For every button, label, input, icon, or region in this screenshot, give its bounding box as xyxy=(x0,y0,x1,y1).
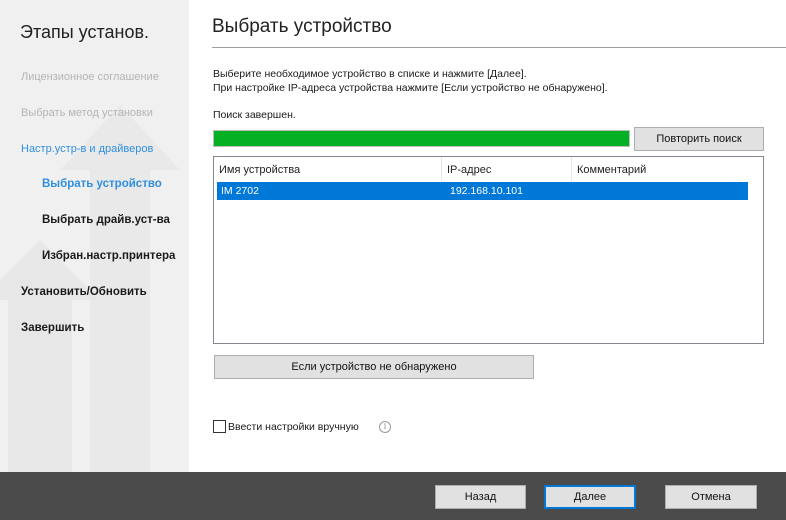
device-list-header: Имя устройства IP-адрес Комментарий xyxy=(214,157,763,181)
page-title: Выбрать устройство xyxy=(212,16,392,37)
step-printer-custom-settings: Избран.настр.принтера xyxy=(42,250,176,262)
search-progress-bar xyxy=(213,130,630,147)
device-list[interactable]: Имя устройства IP-адрес Комментарий IM 2… xyxy=(213,156,764,344)
search-progress-fill xyxy=(214,131,629,146)
step-finish: Завершить xyxy=(21,322,85,334)
title-divider xyxy=(212,47,786,48)
column-header-comment[interactable]: Комментарий xyxy=(572,157,765,181)
instructions: Выберите необходимое устройство в списке… xyxy=(213,67,608,95)
cancel-button[interactable]: Отмена xyxy=(665,485,757,509)
instruction-line-1: Выберите необходимое устройство в списке… xyxy=(213,68,527,80)
step-device-driver-settings: Настр.устр-в и драйверов xyxy=(21,143,154,155)
sidebar-title: Этапы установ. xyxy=(20,22,150,42)
device-ip-cell: 192.168.10.101 xyxy=(450,185,523,197)
manual-settings-label[interactable]: Ввести настройки вручную xyxy=(228,421,359,433)
manual-settings-option[interactable]: Ввести настройки вручную xyxy=(213,420,359,433)
manual-settings-checkbox[interactable] xyxy=(213,420,226,433)
info-icon[interactable]: i xyxy=(379,421,391,433)
instruction-line-2: При настройке IP-адреса устройства нажми… xyxy=(213,82,608,94)
search-status: Поиск завершен. xyxy=(213,109,296,121)
back-button[interactable]: Назад xyxy=(435,485,526,509)
installer-steps-sidebar: Этапы установ. Лицензионное соглашение В… xyxy=(0,0,189,472)
step-select-driver: Выбрать драйв.уст-ва xyxy=(42,214,170,226)
step-install-update: Установить/Обновить xyxy=(21,286,147,298)
column-header-ip-address[interactable]: IP-адрес xyxy=(442,157,572,181)
device-not-found-button[interactable]: Если устройство не обнаружено xyxy=(214,355,534,379)
device-comment-cell xyxy=(578,182,580,200)
step-select-install-method: Выбрать метод установки xyxy=(21,107,153,119)
device-name-cell: IM 2702 xyxy=(221,185,259,197)
step-license-agreement: Лицензионное соглашение xyxy=(21,71,159,83)
device-row[interactable]: IM 2702 192.168.10.101 xyxy=(217,182,748,200)
retry-search-button[interactable]: Повторить поиск xyxy=(634,127,764,151)
step-select-device: Выбрать устройство xyxy=(42,178,162,190)
footer-bar: Назад Далее Отмена xyxy=(0,472,786,520)
next-button[interactable]: Далее xyxy=(544,485,636,509)
column-header-device-name[interactable]: Имя устройства xyxy=(214,157,442,181)
